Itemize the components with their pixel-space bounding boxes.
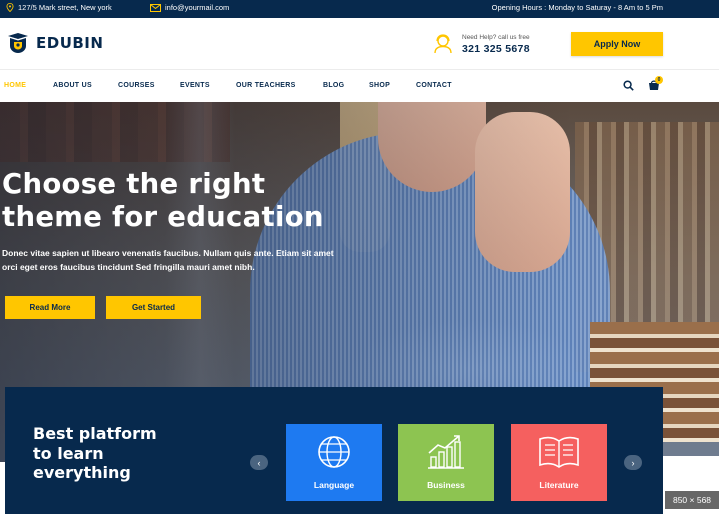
carousel-next-button[interactable]: › (624, 455, 642, 470)
open-book-icon (539, 436, 579, 468)
category-label: Literature (539, 480, 579, 490)
category-label: Language (313, 480, 355, 490)
panel-title: Best platform to learn everything (33, 424, 213, 483)
main-nav: HOME ABOUT US COURSES EVENTS OUR TEACHER… (0, 70, 719, 102)
support-icon (434, 34, 452, 54)
site-header: EDUBIN Need Help? call us free 321 325 5… (0, 18, 719, 70)
hero-description-line: Donec vitae sapien ut libearo venenatis … (2, 248, 334, 258)
mail-icon (150, 3, 161, 12)
category-tile-language[interactable]: Language (286, 424, 382, 501)
address-text: 127/5 Mark street, New york (18, 3, 112, 12)
globe-icon (318, 436, 350, 468)
nav-item-events[interactable]: EVENTS (180, 82, 210, 89)
help-label: Need Help? call us free (462, 33, 530, 41)
nav-item-courses[interactable]: COURSES (118, 82, 155, 89)
read-more-button[interactable]: Read More (5, 296, 95, 319)
growth-chart-icon (428, 435, 464, 469)
apply-now-button[interactable]: Apply Now (571, 32, 663, 56)
nav-item-home[interactable]: HOME (4, 82, 26, 89)
cart-count-badge: 0 (655, 76, 663, 84)
category-tile-literature[interactable]: Literature (511, 424, 607, 501)
top-bar: 127/5 Mark street, New york info@yourmai… (0, 0, 719, 18)
hero-title-line: theme for education (2, 201, 324, 233)
hero-description: Donec vitae sapien ut libearo venenatis … (2, 246, 392, 274)
email-info[interactable]: info@yourmail.com (150, 3, 229, 12)
category-panel: Best platform to learn everything ‹ Lang… (5, 387, 663, 514)
phone-number[interactable]: 321 325 5678 (462, 43, 530, 55)
map-pin-icon (6, 3, 14, 12)
address-info: 127/5 Mark street, New york (6, 3, 112, 12)
chevron-left-icon: ‹ (257, 457, 261, 468)
edubin-logo-icon (8, 33, 28, 53)
get-started-button[interactable]: Get Started (106, 296, 201, 319)
panel-title-line: Best platform (33, 424, 157, 443)
hero-title: Choose the right theme for education (2, 168, 422, 234)
hero-description-line: orci eget eros faucibus tincidunt Sed fr… (2, 262, 255, 272)
email-text[interactable]: info@yourmail.com (165, 3, 229, 12)
hero-title-line: Choose the right (2, 168, 266, 200)
help-contact: Need Help? call us free 321 325 5678 (432, 33, 530, 55)
logo[interactable]: EDUBIN (6, 31, 103, 55)
chevron-right-icon: › (631, 457, 635, 468)
panel-title-line: to learn (33, 443, 104, 463)
logo-text: EDUBIN (36, 34, 104, 52)
nav-item-contact[interactable]: CONTACT (416, 82, 452, 89)
nav-item-shop[interactable]: SHOP (369, 82, 390, 89)
category-tile-business[interactable]: Business (398, 424, 494, 501)
panel-title-line: everything (33, 463, 131, 482)
opening-hours: Opening Hours : Monday to Saturay - 8 Am… (491, 3, 663, 12)
nav-item-about-us[interactable]: ABOUT US (53, 82, 92, 89)
nav-item-blog[interactable]: BLOG (323, 82, 344, 89)
search-icon[interactable] (623, 80, 634, 91)
nav-item-our-teachers[interactable]: OUR TEACHERS (236, 82, 296, 89)
carousel-prev-button[interactable]: ‹ (250, 455, 268, 470)
category-label: Business (427, 480, 465, 490)
page-margin (0, 462, 5, 490)
image-size-badge: 850 × 568 (665, 491, 719, 509)
